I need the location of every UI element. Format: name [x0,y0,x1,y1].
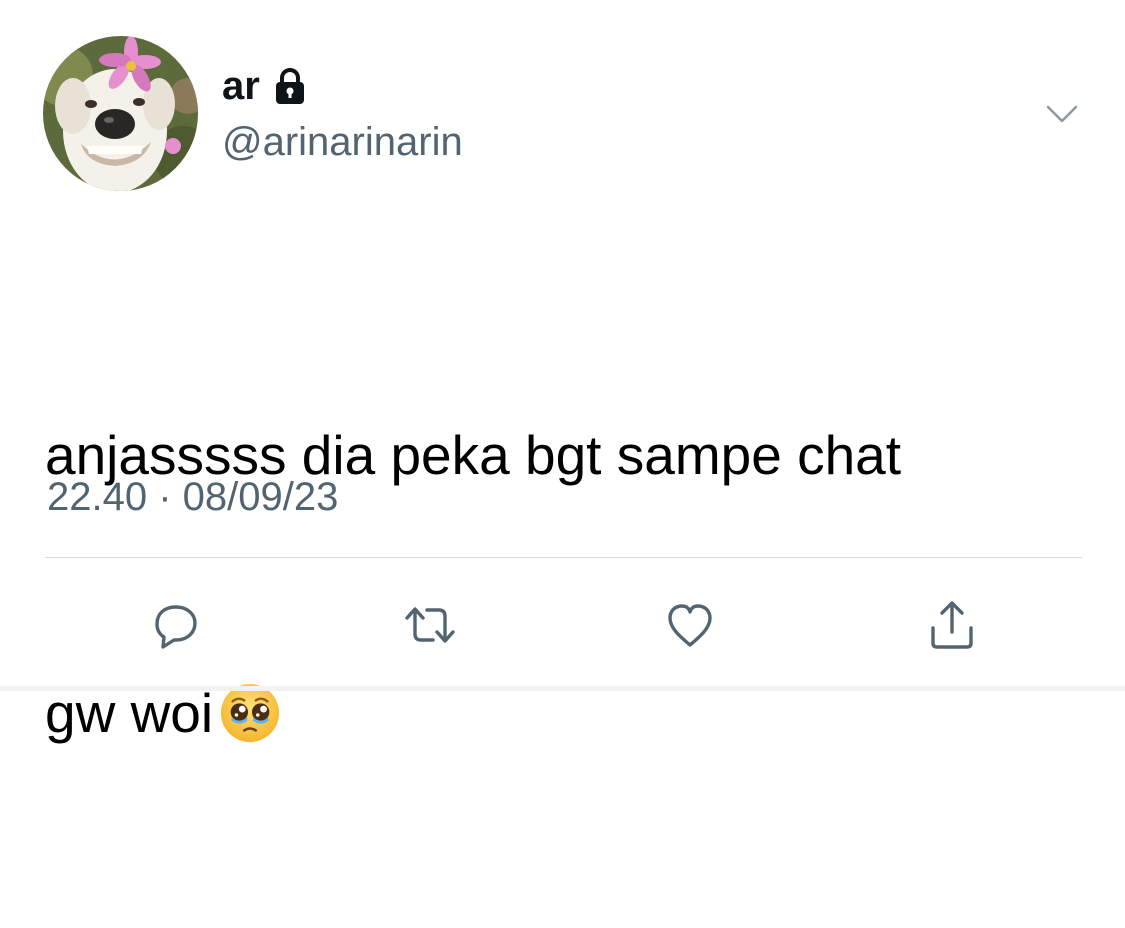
avatar[interactable] [43,36,198,191]
share-icon [931,601,973,649]
lock-icon [270,66,310,106]
like-button[interactable] [660,595,720,655]
tweet-text: anjasssss dia peka bgt sampe chat gw woi [45,240,1085,928]
display-name[interactable]: ar [222,62,260,110]
share-button[interactable] [922,595,982,655]
tweet-timestamp[interactable]: 22.40 · 08/09/23 [47,472,338,522]
bottom-edge [0,686,1125,691]
retweet-button[interactable] [400,595,460,655]
reply-button[interactable] [145,595,205,655]
more-options-button[interactable] [1040,92,1084,136]
tweet-text-line: gw woi [45,670,1085,756]
author-name-row: ar [222,62,310,110]
dog-with-flower-avatar [43,36,198,191]
retweet-icon [405,607,455,643]
pleading-face-emoji [221,683,280,743]
reply-icon [155,605,197,649]
heart-icon [668,604,712,647]
divider [45,557,1082,558]
chevron-down-icon [1046,105,1078,123]
author-handle[interactable]: @arinarinarin [222,118,463,166]
